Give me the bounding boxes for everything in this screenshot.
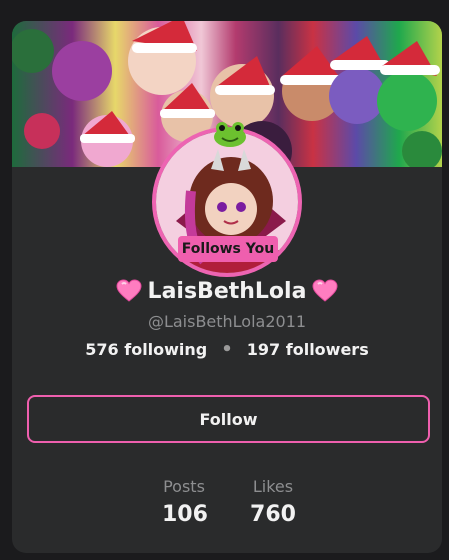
likes-value: 760: [250, 502, 296, 527]
follow-counts: 576 following • 197 followers: [12, 340, 442, 359]
posts-value: 106: [162, 502, 208, 527]
display-name-row: LaisBethLola: [12, 275, 442, 307]
user-handle: @LaisBethLola2011: [147, 312, 307, 331]
display-name: LaisBethLola: [147, 278, 307, 304]
posts-label: Posts: [163, 477, 205, 496]
frog-icon: [214, 122, 246, 147]
profile-card: Follows You LaisBethLola @LaisBethLola20…: [12, 21, 442, 553]
pink-heart-icon: [312, 279, 338, 302]
follow-button[interactable]: Follow: [27, 395, 430, 443]
posts-stat[interactable]: Posts 106: [162, 477, 208, 527]
separator-dot: •: [221, 338, 233, 360]
likes-label: Likes: [252, 477, 294, 496]
pink-heart-icon: [116, 279, 142, 302]
likes-stat[interactable]: Likes 760: [250, 477, 296, 527]
follows-you-badge: Follows You: [178, 236, 278, 262]
following-count-link[interactable]: 576 following: [85, 340, 207, 359]
followers-count-link[interactable]: 197 followers: [247, 340, 369, 359]
